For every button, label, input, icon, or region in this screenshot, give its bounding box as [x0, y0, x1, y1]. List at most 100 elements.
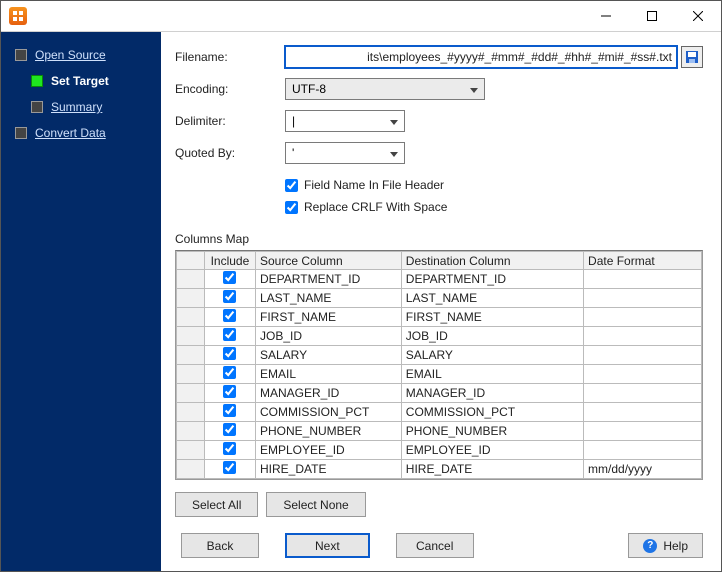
source-cell[interactable]: LAST_NAME	[256, 289, 402, 308]
maximize-button[interactable]	[629, 1, 675, 31]
dateformat-cell[interactable]: mm/dd/yyyy	[584, 460, 702, 479]
source-cell[interactable]: COMMISSION_PCT	[256, 403, 402, 422]
table-row[interactable]: EMAILEMAIL	[177, 365, 702, 384]
destination-cell[interactable]: EMPLOYEE_ID	[401, 441, 583, 460]
delimiter-select[interactable]: |	[285, 110, 405, 132]
include-checkbox[interactable]	[223, 404, 236, 417]
include-checkbox[interactable]	[223, 271, 236, 284]
table-row[interactable]: DEPARTMENT_IDDEPARTMENT_ID	[177, 270, 702, 289]
include-checkbox[interactable]	[223, 461, 236, 474]
source-cell[interactable]: EMPLOYEE_ID	[256, 441, 402, 460]
filename-input[interactable]	[285, 46, 677, 68]
table-row[interactable]: JOB_IDJOB_ID	[177, 327, 702, 346]
dateformat-cell[interactable]	[584, 346, 702, 365]
minimize-icon	[601, 11, 611, 21]
help-button[interactable]: ? Help	[628, 533, 703, 558]
include-checkbox[interactable]	[223, 442, 236, 455]
destination-cell[interactable]: EMAIL	[401, 365, 583, 384]
help-icon: ?	[643, 539, 657, 553]
next-button[interactable]: Next	[285, 533, 370, 558]
quotedby-select[interactable]: '	[285, 142, 405, 164]
th-destination: Destination Column	[401, 252, 583, 270]
encoding-value: UTF-8	[292, 82, 326, 96]
th-dateformat: Date Format	[584, 252, 702, 270]
include-checkbox[interactable]	[223, 347, 236, 360]
destination-cell[interactable]: COMMISSION_PCT	[401, 403, 583, 422]
source-cell[interactable]: DEPARTMENT_ID	[256, 270, 402, 289]
destination-cell[interactable]: MANAGER_ID	[401, 384, 583, 403]
dateformat-cell[interactable]	[584, 384, 702, 403]
destination-cell[interactable]: FIRST_NAME	[401, 308, 583, 327]
include-cell[interactable]	[204, 346, 255, 365]
include-cell[interactable]	[204, 289, 255, 308]
dateformat-cell[interactable]	[584, 308, 702, 327]
dateformat-cell[interactable]	[584, 327, 702, 346]
select-none-button[interactable]: Select None	[266, 492, 365, 517]
delimiter-value: |	[292, 114, 295, 128]
nav-summary[interactable]: Summary	[1, 94, 161, 120]
source-cell[interactable]: EMAIL	[256, 365, 402, 384]
include-checkbox[interactable]	[223, 423, 236, 436]
nav-set-target[interactable]: Set Target	[1, 68, 161, 94]
include-checkbox[interactable]	[223, 366, 236, 379]
nav-label: Convert Data	[35, 126, 106, 140]
include-cell[interactable]	[204, 365, 255, 384]
table-row[interactable]: HIRE_DATEHIRE_DATEmm/dd/yyyy	[177, 460, 702, 479]
back-button[interactable]: Back	[181, 533, 259, 558]
include-cell[interactable]	[204, 422, 255, 441]
table-row[interactable]: LAST_NAMELAST_NAME	[177, 289, 702, 308]
dateformat-cell[interactable]	[584, 365, 702, 384]
include-cell[interactable]	[204, 327, 255, 346]
table-row[interactable]: PHONE_NUMBERPHONE_NUMBER	[177, 422, 702, 441]
destination-cell[interactable]: DEPARTMENT_ID	[401, 270, 583, 289]
include-cell[interactable]	[204, 270, 255, 289]
window-buttons	[583, 1, 721, 31]
source-cell[interactable]: SALARY	[256, 346, 402, 365]
replace-crlf-checkbox[interactable]	[285, 201, 298, 214]
destination-cell[interactable]: LAST_NAME	[401, 289, 583, 308]
source-cell[interactable]: HIRE_DATE	[256, 460, 402, 479]
source-cell[interactable]: MANAGER_ID	[256, 384, 402, 403]
source-cell[interactable]: FIRST_NAME	[256, 308, 402, 327]
row-handle	[177, 270, 205, 289]
destination-cell[interactable]: HIRE_DATE	[401, 460, 583, 479]
table-row[interactable]: SALARYSALARY	[177, 346, 702, 365]
include-checkbox[interactable]	[223, 328, 236, 341]
include-cell[interactable]	[204, 441, 255, 460]
destination-cell[interactable]: JOB_ID	[401, 327, 583, 346]
step-icon	[31, 75, 43, 87]
nav-convert-data[interactable]: Convert Data	[1, 120, 161, 146]
table-row[interactable]: COMMISSION_PCTCOMMISSION_PCT	[177, 403, 702, 422]
close-button[interactable]	[675, 1, 721, 31]
dateformat-cell[interactable]	[584, 289, 702, 308]
include-cell[interactable]	[204, 460, 255, 479]
source-cell[interactable]: PHONE_NUMBER	[256, 422, 402, 441]
source-cell[interactable]: JOB_ID	[256, 327, 402, 346]
table-row[interactable]: FIRST_NAMEFIRST_NAME	[177, 308, 702, 327]
table-row[interactable]: EMPLOYEE_IDEMPLOYEE_ID	[177, 441, 702, 460]
fieldname-header-checkbox[interactable]	[285, 179, 298, 192]
include-checkbox[interactable]	[223, 385, 236, 398]
encoding-select[interactable]: UTF-8	[285, 78, 485, 100]
cancel-button[interactable]: Cancel	[396, 533, 474, 558]
include-checkbox[interactable]	[223, 290, 236, 303]
chevron-down-icon	[390, 146, 398, 160]
nav-open-source[interactable]: Open Source	[1, 42, 161, 68]
include-checkbox[interactable]	[223, 309, 236, 322]
include-cell[interactable]	[204, 308, 255, 327]
row-handle	[177, 422, 205, 441]
minimize-button[interactable]	[583, 1, 629, 31]
row-handle	[177, 327, 205, 346]
destination-cell[interactable]: PHONE_NUMBER	[401, 422, 583, 441]
destination-cell[interactable]: SALARY	[401, 346, 583, 365]
dateformat-cell[interactable]	[584, 270, 702, 289]
browse-button[interactable]	[681, 46, 703, 68]
dateformat-cell[interactable]	[584, 422, 702, 441]
include-cell[interactable]	[204, 384, 255, 403]
select-all-button[interactable]: Select All	[175, 492, 258, 517]
dateformat-cell[interactable]	[584, 441, 702, 460]
dateformat-cell[interactable]	[584, 403, 702, 422]
content-pane: Filename: Encoding: UTF-8 Delimiter: |	[161, 32, 721, 571]
table-row[interactable]: MANAGER_IDMANAGER_ID	[177, 384, 702, 403]
include-cell[interactable]	[204, 403, 255, 422]
